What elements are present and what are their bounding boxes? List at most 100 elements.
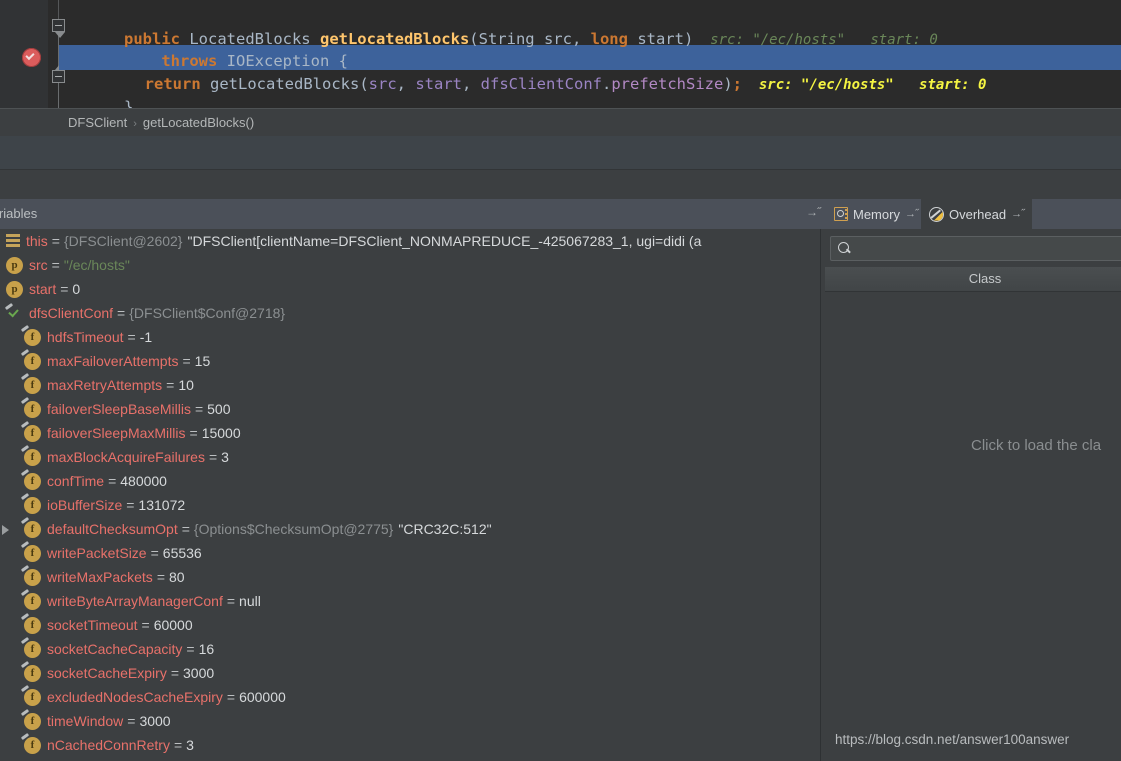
variable-equals: =	[51, 257, 60, 273]
code-token: .	[602, 75, 612, 93]
variable-row[interactable]: timeWindow=3000	[0, 709, 820, 733]
variable-value: 131072	[138, 497, 186, 513]
memory-search-input[interactable]	[830, 236, 1121, 261]
variable-row[interactable]: src="/ec/hosts"	[0, 253, 820, 277]
breadcrumb-method[interactable]: getLocatedBlocks()	[143, 115, 254, 130]
variable-value: 15000	[201, 425, 241, 441]
tab-overhead[interactable]: Overhead →˝	[921, 199, 1032, 229]
field-icon	[24, 400, 41, 418]
variable-value: 0	[72, 281, 81, 297]
variable-row[interactable]: maxRetryAttempts=10	[0, 373, 820, 397]
code-editor[interactable]: public LocatedBlocks getLocatedBlocks(St…	[0, 0, 1121, 108]
variable-value: 3000	[183, 665, 215, 681]
variable-equals: =	[60, 281, 69, 297]
variable-name: timeWindow	[47, 713, 124, 729]
field-icon	[24, 544, 41, 562]
fold-marker-open-icon[interactable]	[52, 19, 65, 38]
variable-equals: =	[181, 521, 190, 537]
parameter-icon	[6, 280, 23, 298]
variable-row[interactable]: dfsClientConf = {DFSClient$Conf@2718}	[0, 301, 820, 325]
variable-value: 60000	[153, 617, 193, 633]
variable-value: 65536	[162, 545, 202, 561]
field-icon	[24, 736, 41, 754]
variable-row[interactable]: socketCacheExpiry=3000	[0, 661, 820, 685]
code-token: ,	[462, 75, 481, 93]
variable-name: maxFailoverAttempts	[47, 353, 179, 369]
code-token: (	[359, 75, 369, 93]
memory-pane[interactable]: Class Click to load the cla https://blog…	[820, 229, 1121, 761]
tab-memory[interactable]: Memory →˝	[826, 199, 926, 229]
variable-row[interactable]: confTime=480000	[0, 469, 820, 493]
variable-row[interactable]: maxBlockAcquireFailures=3	[0, 445, 820, 469]
parameter-icon	[6, 256, 23, 274]
breakpoint-icon[interactable]	[22, 48, 41, 67]
variable-row[interactable]: ioBufferSize=131072	[0, 493, 820, 517]
debug-toolbar-band	[0, 169, 1121, 200]
code-token: prefetchSize	[611, 75, 724, 93]
code-token: }	[124, 98, 134, 108]
variable-value: -1	[139, 329, 153, 345]
variable-name: failoverSleepBaseMillis	[47, 401, 191, 417]
variable-equals: =	[226, 593, 236, 609]
search-icon	[838, 242, 849, 253]
tab-variables[interactable]: Variables	[0, 199, 47, 229]
field-icon	[24, 664, 41, 682]
variable-row[interactable]: failoverSleepBaseMillis=500	[0, 397, 820, 421]
field-icon	[24, 496, 41, 514]
variable-equals: =	[141, 617, 150, 633]
variable-row[interactable]: maxFailoverAttempts=15	[0, 349, 820, 373]
breadcrumb-bar: DFSClient › getLocatedBlocks()	[0, 108, 1121, 137]
variable-row[interactable]: this = {DFSClient@2602} "DFSClient[clientNa…	[0, 229, 820, 253]
variable-row[interactable]: writeMaxPackets=80	[0, 565, 820, 589]
variable-row[interactable]: writePacketSize=65536	[0, 541, 820, 565]
breadcrumb[interactable]: DFSClient › getLocatedBlocks()	[68, 109, 254, 137]
variable-name: confTime	[47, 473, 105, 489]
variable-name: writeByteArrayManagerConf	[47, 593, 223, 609]
variable-equals: =	[208, 449, 218, 465]
memory-tab-options-icon[interactable]: →˝	[905, 208, 919, 220]
variable-value: 500	[207, 401, 231, 417]
field-icon	[24, 424, 41, 442]
variable-row[interactable]: excludedNodesCacheExpiry=600000	[0, 685, 820, 709]
code-token: src	[368, 75, 397, 93]
variable-name: socketCacheExpiry	[47, 665, 167, 681]
code-line-return[interactable]: return getLocatedBlocks(src, start, dfsC…	[70, 45, 987, 93]
variable-row[interactable]: defaultChecksumOpt={Options$ChecksumOpt@…	[0, 517, 820, 541]
variable-row[interactable]: hdfsTimeout=-1	[0, 325, 820, 349]
variable-value: 480000	[120, 473, 167, 489]
variable-value: "CRC32C:512"	[398, 521, 492, 537]
variable-equals: =	[166, 377, 175, 393]
variable-equals: =	[226, 689, 236, 705]
inline-hint-2: src: "/ec/hosts" start: 0	[742, 77, 987, 93]
variable-equals: =	[117, 305, 126, 321]
variable-row[interactable]: start=0	[0, 277, 820, 301]
variable-name: maxRetryAttempts	[47, 377, 163, 393]
variable-row[interactable]: socketCacheCapacity=16	[0, 637, 820, 661]
variables-tree[interactable]: this = {DFSClient@2602} "DFSClient[clientNa…	[0, 229, 820, 761]
tab-overhead-label: Overhead	[949, 206, 1007, 222]
fold-marker-close-icon[interactable]	[52, 64, 65, 83]
breadcrumb-class[interactable]: DFSClient	[68, 115, 127, 130]
variable-row[interactable]: failoverSleepMaxMillis=15000	[0, 421, 820, 445]
code-token: ,	[396, 75, 416, 93]
overhead-tab-options-icon[interactable]: →˝	[1011, 208, 1025, 220]
expand-arrow-icon[interactable]	[2, 525, 9, 535]
variable-equals: =	[51, 233, 60, 249]
variable-value: 3	[186, 737, 194, 753]
variable-equals: =	[182, 353, 191, 369]
memory-column-header-class[interactable]: Class	[825, 267, 1121, 292]
variables-pane-options-icon[interactable]: →˝	[806, 205, 821, 219]
variable-row[interactable]: writeByteArrayManagerConf=null	[0, 589, 820, 613]
variable-row[interactable]: socketTimeout=60000	[0, 613, 820, 637]
variable-reference: {Options$ChecksumOpt@2775}	[193, 521, 394, 537]
memory-empty-message[interactable]: Click to load the cla	[971, 437, 1101, 454]
variable-value: null	[239, 593, 261, 609]
variable-name: defaultChecksumOpt	[47, 521, 178, 537]
variable-equals: =	[189, 425, 198, 441]
variable-row[interactable]: nCachedConnRetry=3	[0, 733, 820, 757]
variable-value: 3	[221, 449, 229, 465]
field-icon	[24, 520, 41, 538]
memory-icon	[834, 207, 848, 221]
code-line-close-brace[interactable]: }	[68, 68, 133, 108]
watermark-url: https://blog.csdn.net/answer100answer	[835, 732, 1070, 747]
